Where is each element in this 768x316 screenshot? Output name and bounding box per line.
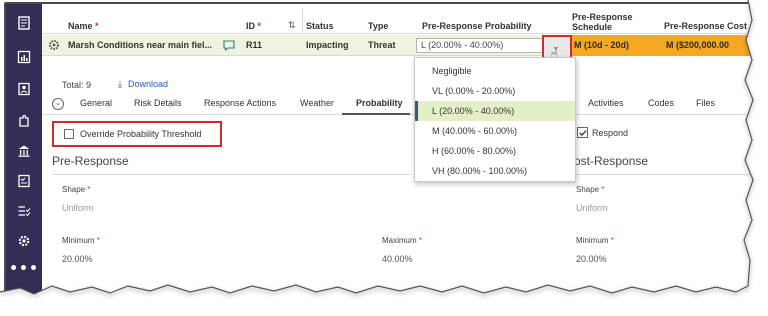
option-negligible[interactable]: Negligible bbox=[415, 61, 575, 81]
pre-maximum-value: 40.00% bbox=[382, 254, 413, 264]
option-medium[interactable]: M (40.00% - 60.00%) bbox=[415, 121, 575, 141]
row-cost[interactable]: M ($200,000.00 bbox=[662, 35, 762, 56]
puzzle-icon[interactable] bbox=[6, 110, 42, 132]
post-response-title: Post-Response bbox=[566, 154, 649, 168]
tab-weather[interactable]: Weather bbox=[300, 98, 334, 108]
column-header-name[interactable]: Name * bbox=[68, 21, 99, 31]
row-schedule[interactable]: M (10d - 20d) bbox=[570, 35, 662, 56]
main-panel: Name * ID * ⇅ Status Type Pre-Response P… bbox=[42, 4, 762, 306]
column-divider bbox=[302, 8, 303, 34]
collapse-icon[interactable]: ⌄ bbox=[52, 98, 64, 110]
tab-files[interactable]: Files bbox=[696, 98, 715, 108]
tab-probability[interactable]: Probability bbox=[356, 98, 403, 108]
application-window: ••• Name * ID * ⇅ Status Type Pre-Respon… bbox=[4, 2, 764, 308]
option-very-high[interactable]: VH (80.00% - 100.00%) bbox=[415, 161, 575, 181]
option-low[interactable]: L (20.00% - 40.00%) bbox=[415, 101, 575, 121]
settings-icon[interactable] bbox=[6, 230, 42, 252]
section-divider bbox=[52, 174, 412, 175]
pre-shape-value: Uniform bbox=[62, 203, 94, 213]
dashboard-icon[interactable] bbox=[6, 12, 42, 34]
respond-checkbox[interactable] bbox=[577, 127, 588, 138]
override-label: Override Probability Threshold bbox=[80, 129, 202, 139]
post-minimum-label: Minimum * bbox=[576, 236, 614, 245]
tab-activities[interactable]: Activities bbox=[588, 98, 624, 108]
detail-tabs: ⌄ General Risk Details Response Actions … bbox=[42, 94, 762, 115]
comment-icon[interactable] bbox=[223, 40, 235, 51]
checklist-icon[interactable] bbox=[6, 170, 42, 192]
download-icon: ⤓ bbox=[118, 80, 122, 90]
pre-response-title: Pre-Response bbox=[52, 154, 129, 168]
column-header-pre-response-cost[interactable]: Pre-Response Cost bbox=[664, 21, 747, 31]
column-header-pre-response-schedule[interactable]: Pre-Response Schedule bbox=[572, 12, 633, 32]
row-status[interactable]: Impacting bbox=[306, 35, 349, 56]
nav-rail: ••• bbox=[6, 4, 42, 306]
pre-minimum-value: 20.00% bbox=[62, 254, 93, 264]
probability-dropdown-menu: Negligible VL (0.00% - 20.00%) L (20.00%… bbox=[414, 57, 576, 182]
task-list-icon[interactable] bbox=[6, 200, 42, 222]
post-minimum-value: 20.00% bbox=[576, 254, 607, 264]
gear-icon[interactable] bbox=[48, 39, 60, 51]
tab-response-actions[interactable]: Response Actions bbox=[204, 98, 276, 108]
respond-label: Respond bbox=[592, 128, 629, 138]
pre-shape-label: Shape * bbox=[62, 185, 91, 194]
column-header-status[interactable]: Status bbox=[306, 21, 334, 31]
row-name[interactable]: Marsh Conditions near main fiel... bbox=[68, 35, 212, 56]
tab-risk-details[interactable]: Risk Details bbox=[134, 98, 182, 108]
bank-icon[interactable] bbox=[6, 140, 42, 162]
column-header-id[interactable]: ID * bbox=[246, 21, 261, 31]
post-shape-label: Shape * bbox=[576, 185, 605, 194]
grid-header: Name * ID * ⇅ Status Type Pre-Response P… bbox=[42, 4, 762, 34]
sort-icon[interactable]: ⇅ bbox=[288, 20, 296, 31]
pre-minimum-label: Minimum * bbox=[62, 236, 100, 245]
pre-maximum-label: Maximum * bbox=[382, 236, 423, 245]
override-checkbox[interactable] bbox=[64, 129, 74, 139]
row-type[interactable]: Threat bbox=[368, 35, 396, 56]
post-shape-value: Uniform bbox=[576, 203, 608, 213]
download-link[interactable]: ⤓ Download bbox=[118, 79, 168, 90]
total-count: Total: 9 bbox=[62, 80, 92, 90]
tab-codes[interactable]: Codes bbox=[648, 98, 674, 108]
option-high[interactable]: H (60.00% - 80.00%) bbox=[415, 141, 575, 161]
chart-icon[interactable] bbox=[6, 46, 42, 68]
tab-general[interactable]: General bbox=[80, 98, 112, 108]
table-row[interactable]: Marsh Conditions near main fiel... R11 I… bbox=[42, 35, 762, 56]
active-tab-indicator bbox=[342, 113, 410, 115]
row-id[interactable]: R11 bbox=[246, 35, 262, 56]
option-very-low[interactable]: VL (0.00% - 20.00%) bbox=[415, 81, 575, 101]
override-probability-threshold[interactable]: Override Probability Threshold bbox=[52, 121, 222, 147]
column-header-type[interactable]: Type bbox=[368, 21, 388, 31]
probability-select-value: L (20.00% - 40.00%) bbox=[421, 40, 504, 50]
column-header-pre-response-probability[interactable]: Pre-Response Probability bbox=[422, 21, 532, 31]
more-icon[interactable]: ••• bbox=[6, 258, 42, 280]
contacts-icon[interactable] bbox=[6, 78, 42, 100]
section-divider bbox=[566, 174, 762, 175]
